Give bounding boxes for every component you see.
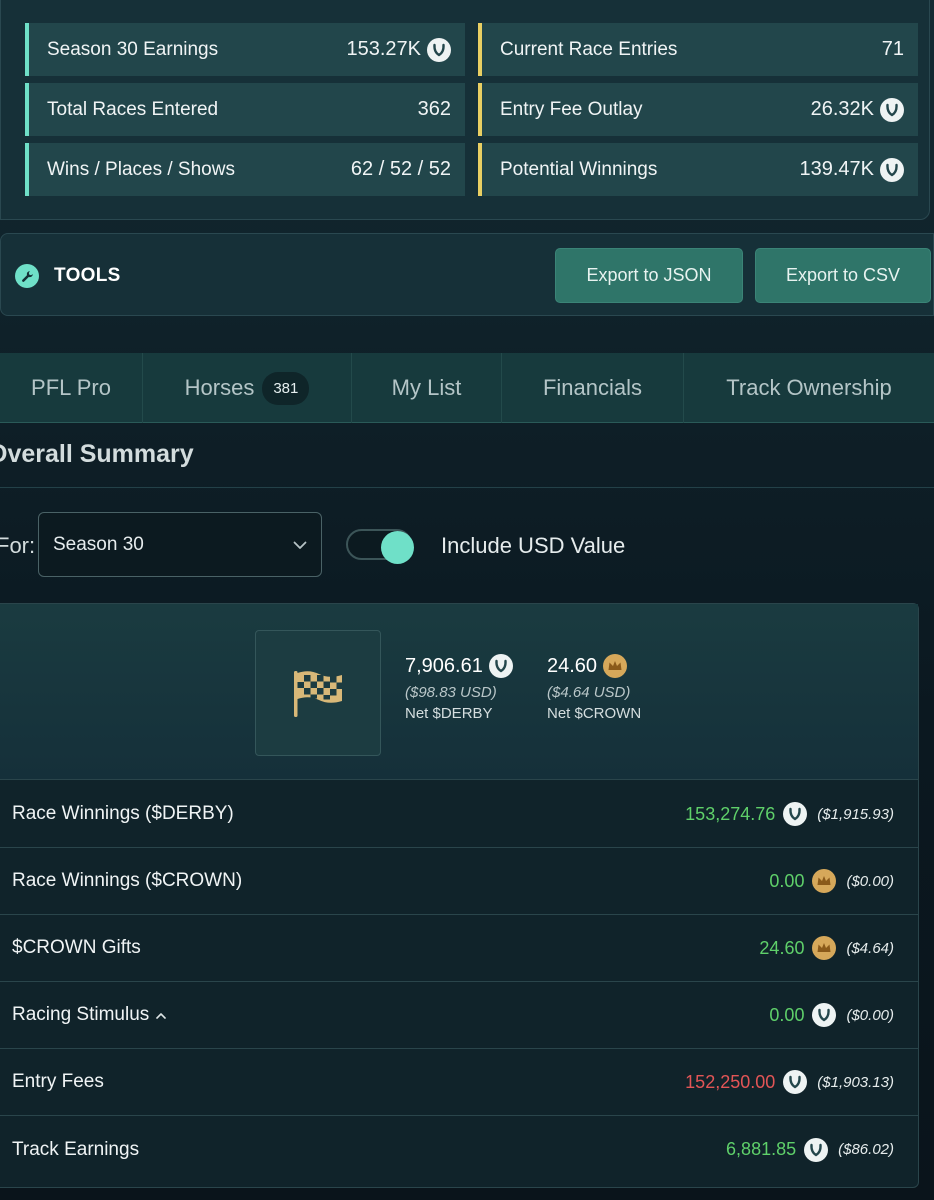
wrench-icon [15,264,39,288]
tab-horses[interactable]: Horses 381 [143,353,352,423]
horseshoe-icon [488,654,513,678]
row-label: Entry Fees [12,1071,104,1092]
row-usd: ($1,903.13) [817,1073,894,1091]
stat-wins-places-shows: Wins / Places / Shows 62 / 52 / 52 [25,143,465,196]
row-usd: ($0.00) [846,1006,894,1024]
horseshoe-icon [427,37,451,62]
tab-label: Track Ownership [726,375,892,400]
net-derby-label: Net $DERBY [405,705,493,722]
crown-icon [812,936,837,960]
stat-label: Current Race Entries [500,38,678,60]
tab-label: PFL Pro [31,375,111,400]
export-json-button[interactable]: Export to JSON [555,248,743,303]
horseshoe-icon [812,1003,837,1027]
row-amount: 6,881.85 [726,1139,797,1159]
summary-row: Track Earnings 6,881.85 ($86.02) [0,1116,918,1183]
usd-toggle-label: Include USD Value [441,533,626,558]
net-summary: 7,906.61 ($98.83 USD) Net $DERBY 24.60 (… [0,604,918,780]
stat-label: Total Races Entered [47,98,219,120]
stat-total-races: Total Races Entered 362 [25,83,465,136]
stat-value: 362 [417,98,451,120]
chevron-down-icon [293,534,307,556]
crown-icon [812,869,837,893]
row-label: Race Winnings ($DERBY) [12,803,234,824]
row-amount: 153,274.76 [685,803,776,824]
stat-label: Potential Winnings [500,158,658,180]
tools-label: TOOLS [54,265,121,286]
row-amount: 0.00 [769,1004,805,1025]
season-select-value: Season 30 [53,533,144,555]
season-select[interactable]: Season 30 [38,512,322,577]
divider [0,487,934,488]
tab-my-list[interactable]: My List [352,353,502,423]
tab-label: Horses [184,375,255,400]
chevron-up-icon[interactable] [155,1004,167,1026]
row-amount: 0.00 [769,870,805,891]
row-label: Race Winnings ($CROWN) [12,870,243,891]
net-crown-usd: ($4.64 USD) [547,684,631,701]
net-crown-amount: 24.60 [547,654,598,677]
row-usd: ($4.64) [846,939,894,957]
horseshoe-icon [804,1137,829,1162]
row-amount: 152,250.00 [685,1071,776,1092]
row-label: $CROWN Gifts [12,937,141,958]
row-usd: ($1,915.93) [817,805,894,823]
tab-label: My List [391,375,462,400]
usd-toggle-knob[interactable] [381,531,414,564]
summary-row: Race Winnings ($CROWN) 0.00 ($0.00) [0,848,918,915]
tab-financials[interactable]: Financials [502,353,684,423]
filter-label: For: [0,533,36,558]
row-amount: 24.60 [759,937,805,958]
net-derby-amount: 7,906.61 [405,654,483,677]
stat-label: Entry Fee Outlay [500,98,643,120]
tab-track-ownership[interactable]: Track Ownership [684,353,934,423]
row-label: Racing Stimulus [12,1004,150,1025]
export-csv-button[interactable]: Export to CSV [755,248,931,303]
row-usd: ($0.00) [846,872,894,890]
stat-value: 62 / 52 / 52 [350,158,451,180]
stat-potential-winnings: Potential Winnings 139.47K [478,143,918,196]
stat-value: 26.32K [810,98,874,120]
horseshoe-icon [880,157,904,182]
stat-label: Season 30 Earnings [47,38,219,60]
stat-entry-fee-outlay: Entry Fee Outlay 26.32K [478,83,918,136]
tab-label: Financials [542,375,643,400]
summary-card: 7,906.61 ($98.83 USD) Net $DERBY 24.60 (… [0,603,919,1188]
tab-bar: PFL Pro Horses 381 My List Financials Tr… [0,353,934,423]
stats-panel: Season 30 Earnings 153.27K Total Races E… [0,0,930,220]
net-crown-block: 24.60 ($4.64 USD) Net $CROWN [547,654,641,722]
net-derby-block: 7,906.61 ($98.83 USD) Net $DERBY [405,654,513,722]
stat-season-earnings: Season 30 Earnings 153.27K [25,23,465,76]
row-label: Track Earnings [12,1138,140,1160]
summary-row: Race Winnings ($DERBY) 153,274.76 ($1,91… [0,781,918,848]
net-derby-usd: ($98.83 USD) [405,684,497,701]
tab-pfl-pro[interactable]: PFL Pro [0,353,143,423]
stat-value: 153.27K [346,38,421,60]
horseshoe-icon [783,802,808,826]
stat-value: 139.47K [799,158,874,180]
checkered-flag-icon [255,630,381,756]
stat-value: 71 [881,38,904,60]
tools-bar: TOOLS Export to JSON Export to CSV [0,233,934,316]
summary-row: $CROWN Gifts 24.60 ($4.64) [0,915,918,982]
summary-row-expandable[interactable]: Racing Stimulus 0.00 ($0.00) [0,982,918,1049]
stat-label: Wins / Places / Shows [47,158,235,180]
row-usd: ($86.02) [838,1141,894,1158]
stat-current-entries: Current Race Entries 71 [478,23,918,76]
horseshoe-icon [783,1070,808,1094]
crown-icon [603,654,628,678]
summary-row: Entry Fees 152,250.00 ($1,903.13) [0,1049,918,1116]
horses-count-badge: 381 [262,371,310,405]
horseshoe-icon [880,97,904,122]
net-crown-label: Net $CROWN [547,705,642,722]
section-title: Overall Summary [0,440,194,468]
